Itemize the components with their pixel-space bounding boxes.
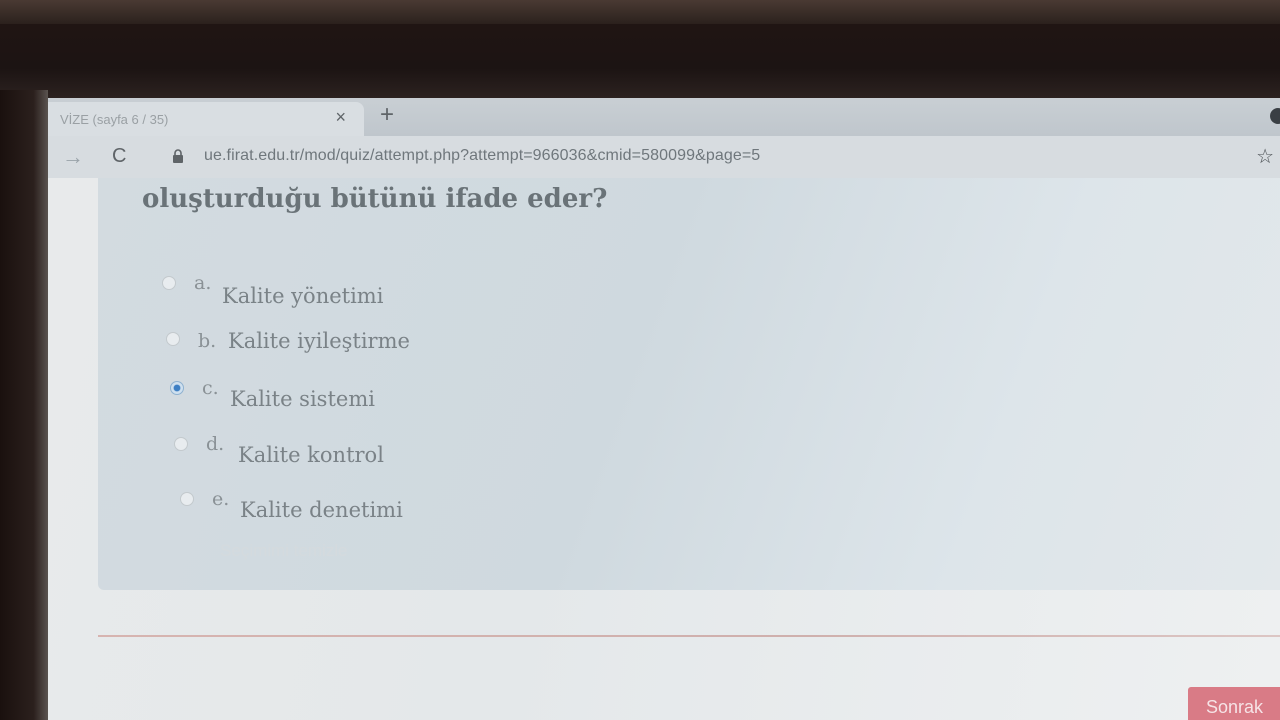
option-label: Kalite yönetimi bbox=[222, 284, 384, 308]
forward-arrow-icon[interactable]: → bbox=[62, 144, 84, 170]
next-page-button[interactable]: Sonrak bbox=[1188, 687, 1280, 720]
browser-toolbar: ← → C ue.firat.edu.tr/mod/quiz/attempt.p… bbox=[0, 136, 1280, 178]
question-box: oluşturduğu bütünü ifade eder? a. Kalite… bbox=[98, 178, 1280, 590]
address-bar[interactable]: ue.firat.edu.tr/mod/quiz/attempt.php?att… bbox=[204, 147, 760, 165]
monitor-bezel-top bbox=[0, 24, 1280, 98]
option-label: Kalite kontrol bbox=[238, 443, 384, 467]
close-icon[interactable]: × bbox=[335, 107, 346, 128]
option-letter: c. bbox=[202, 377, 219, 399]
option-label: Kalite sistemi bbox=[230, 387, 375, 411]
option-letter: d. bbox=[206, 433, 225, 455]
option-letter: e. bbox=[212, 488, 230, 510]
clear-choice-link[interactable]: Seçimimi temizle bbox=[220, 541, 348, 561]
radio-button[interactable] bbox=[174, 437, 188, 451]
quiz-page: oluşturduğu bütünü ifade eder? a. Kalite… bbox=[48, 178, 1280, 720]
radio-button-selected[interactable] bbox=[170, 381, 184, 395]
question-text: oluşturduğu bütünü ifade eder? bbox=[142, 184, 608, 214]
option-letter: b. bbox=[198, 330, 217, 352]
tab-title: VİZE (sayfa 6 / 35) bbox=[60, 112, 169, 127]
option-letter: a. bbox=[194, 272, 212, 294]
option-label: Kalite denetimi bbox=[240, 498, 403, 522]
radio-button[interactable] bbox=[166, 332, 180, 346]
next-page-label: Sonrak bbox=[1206, 697, 1264, 717]
option-label: Kalite iyileştirme bbox=[228, 329, 410, 353]
divider bbox=[98, 635, 1280, 637]
background-wall bbox=[0, 0, 1280, 24]
radio-button[interactable] bbox=[180, 492, 194, 506]
monitor-bezel-left bbox=[0, 90, 48, 720]
radio-button[interactable] bbox=[162, 276, 176, 290]
new-tab-button[interactable]: + bbox=[380, 101, 394, 129]
browser-tab[interactable]: VİZE (sayfa 6 / 35) × bbox=[6, 102, 364, 136]
lock-icon bbox=[173, 149, 183, 163]
reload-icon[interactable]: C bbox=[112, 145, 126, 168]
browser-window: VİZE (sayfa 6 / 35) × + ← → C ue.firat.e… bbox=[0, 98, 1280, 720]
bookmark-star-icon[interactable]: ☆ bbox=[1256, 144, 1274, 169]
profile-icon[interactable] bbox=[1270, 108, 1280, 124]
tab-strip: VİZE (sayfa 6 / 35) × + bbox=[0, 98, 1280, 136]
